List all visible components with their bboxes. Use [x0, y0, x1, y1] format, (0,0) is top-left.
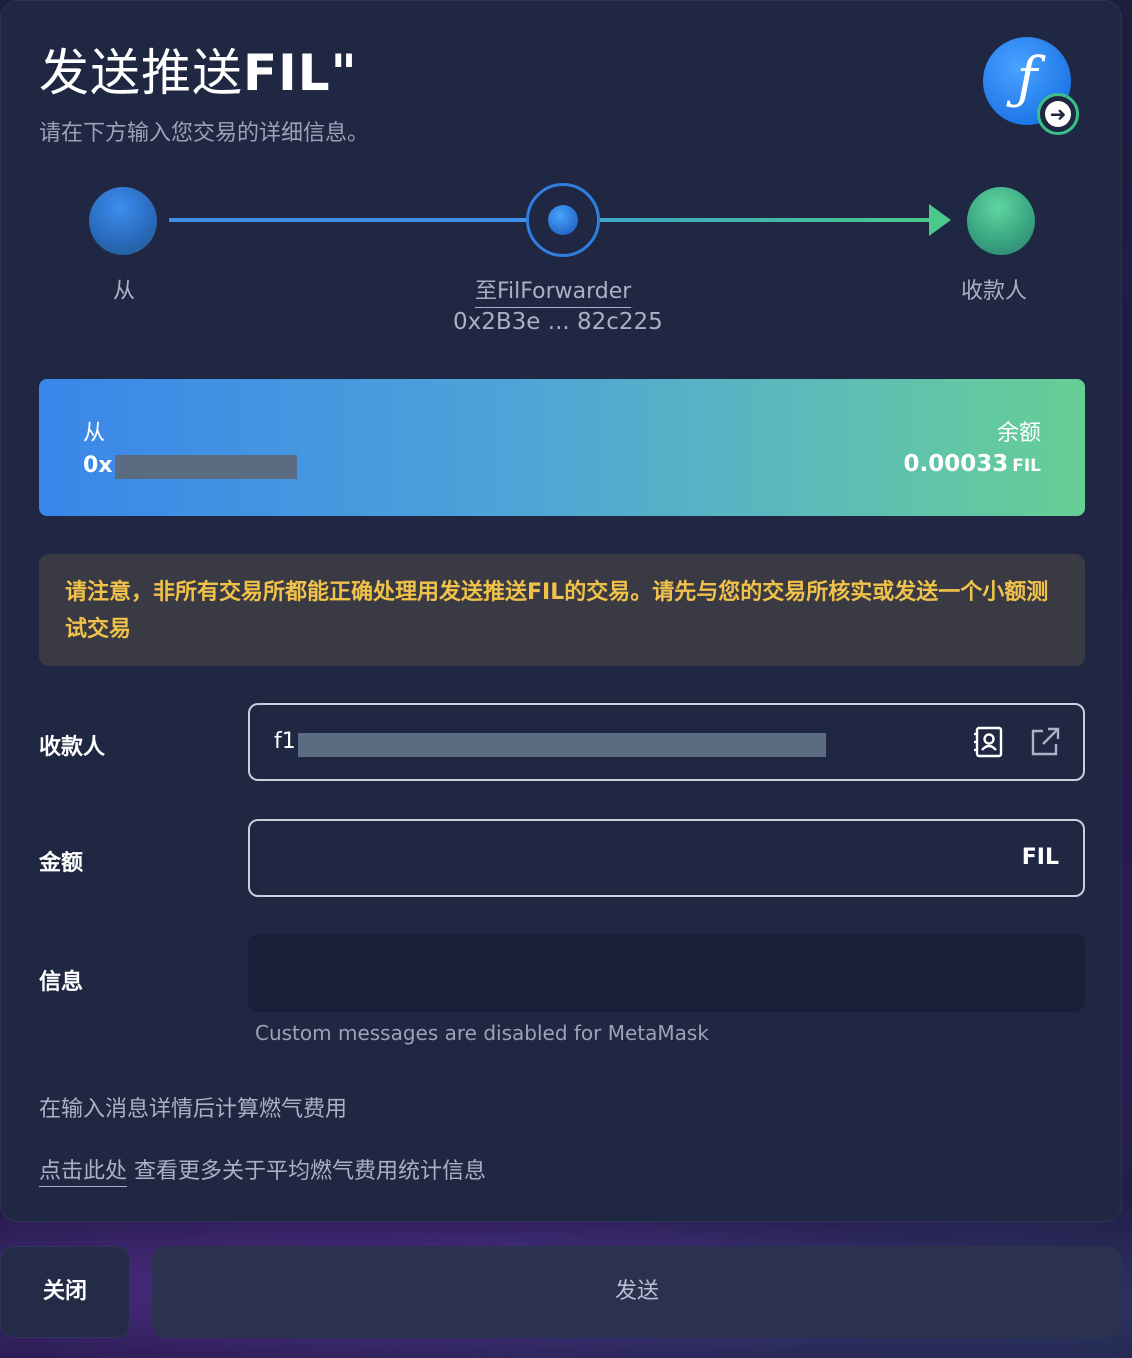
- from-label: 从: [83, 421, 106, 446]
- forwarder-address: 0x2B3e ... 82c225: [453, 309, 663, 335]
- step-connector-line: [600, 218, 932, 222]
- redacted-recipient: [298, 733, 826, 757]
- balance-banner: 从 0x 余额 0.00033 FIL: [39, 379, 1085, 516]
- step-recipient-label: 收款人: [961, 279, 1028, 304]
- step-connector-line: [169, 218, 527, 222]
- recipient-label: 收款人: [39, 735, 106, 760]
- forward-arrow-icon: ➜: [1037, 93, 1079, 135]
- message-label: 信息: [39, 970, 84, 995]
- send-button[interactable]: 发送: [152, 1246, 1122, 1338]
- gas-stats-text: 查看更多关于平均燃气费用统计信息: [134, 1159, 487, 1184]
- step-from-dot: [89, 187, 157, 255]
- amount-input[interactable]: FIL: [248, 819, 1085, 897]
- page-subtitle: 请在下方输入您交易的详细信息。: [39, 121, 370, 146]
- address-book-icon[interactable]: [972, 725, 1006, 759]
- send-dialog: 发送推送FIL" 请在下方输入您交易的详细信息。 ƒ ➜ 从 至FilForwa…: [0, 0, 1122, 1222]
- step-from-label: 从: [113, 279, 136, 304]
- external-link-icon[interactable]: [1028, 725, 1062, 759]
- step-forwarder-link[interactable]: 至FilForwarder: [475, 273, 632, 308]
- amount-label: 金额: [39, 851, 84, 876]
- message-input: [248, 934, 1085, 1012]
- message-disabled-note: Custom messages are disabled for MetaMas…: [255, 1021, 709, 1045]
- amount-unit: FIL: [1021, 845, 1059, 870]
- recipient-value: f1: [274, 729, 296, 754]
- gas-stats-link[interactable]: 点击此处: [39, 1159, 128, 1187]
- exchange-warning: 请注意，非所有交易所都能正确处理用发送推送FIL的交易。请先与您的交易所核实或发…: [39, 554, 1085, 666]
- balance-label: 余额: [996, 421, 1041, 446]
- from-address: 0x: [83, 453, 113, 478]
- close-button[interactable]: 关闭: [0, 1246, 130, 1338]
- step-forwarder-dot: [526, 183, 600, 257]
- recipient-input[interactable]: f1: [248, 703, 1085, 781]
- step-arrow-icon: [929, 204, 951, 236]
- gas-fee-note: 在输入消息详情后计算燃气费用: [39, 1097, 348, 1122]
- balance-value: 0.00033 FIL: [903, 451, 1041, 477]
- step-recipient-dot: [967, 187, 1035, 255]
- redacted-address: [115, 455, 297, 479]
- page-title: 发送推送FIL": [39, 44, 358, 102]
- gas-stats-row: 点击此处 查看更多关于平均燃气费用统计信息: [39, 1153, 487, 1187]
